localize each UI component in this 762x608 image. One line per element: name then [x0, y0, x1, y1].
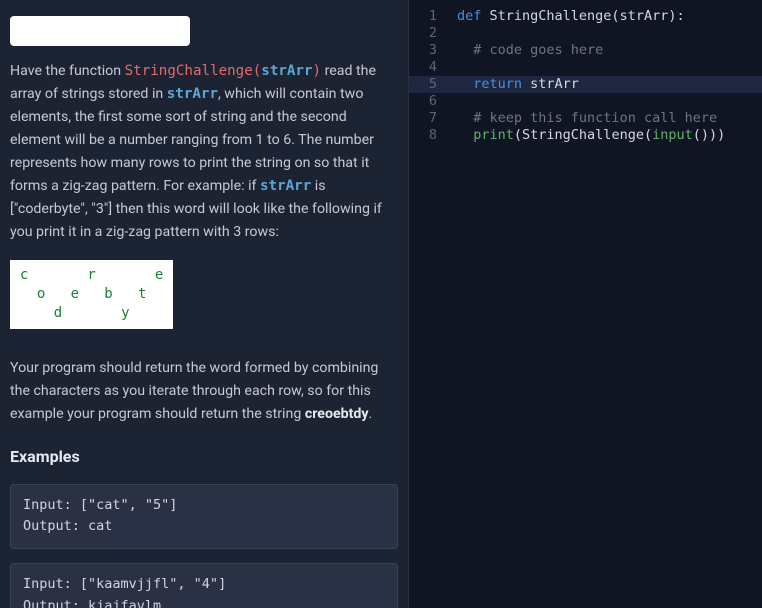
line-number: 5: [409, 76, 437, 93]
builtin: print: [473, 127, 514, 143]
code-line[interactable]: [457, 59, 762, 76]
fn-arg: strArr: [261, 63, 312, 79]
line-number: 3: [409, 42, 437, 59]
arg-inline: strArr: [167, 86, 218, 102]
code-text: strArr: [530, 76, 579, 92]
indent: [457, 76, 473, 92]
indent: [457, 127, 473, 143]
indent: [457, 110, 473, 126]
problem-description: Have the function StringChallenge(strArr…: [10, 60, 398, 244]
fn-paren-open: (: [253, 63, 262, 79]
code-line[interactable]: # keep this function call here: [457, 110, 762, 127]
line-number: 7: [409, 110, 437, 127]
line-number: 8: [409, 127, 437, 144]
line-number-gutter: 1 2 3 4 5 6 7 8: [409, 0, 445, 608]
challenge-title-box: [10, 16, 190, 46]
code-line[interactable]: [457, 25, 762, 42]
line-number: 6: [409, 93, 437, 110]
code-text: ())): [693, 127, 726, 143]
code-text: StringChallenge(strArr):: [490, 8, 685, 24]
code-area[interactable]: def StringChallenge(strArr): # code goes…: [445, 0, 762, 608]
code-line[interactable]: return strArr: [457, 76, 762, 93]
code-editor[interactable]: 1 2 3 4 5 6 7 8 def StringChallenge(strA…: [408, 0, 762, 608]
zigzag-diagram: c r e o e b t d y: [10, 260, 173, 329]
indent: [457, 42, 473, 58]
example-box: Input: ["cat", "5"] Output: cat: [10, 484, 398, 550]
arg-inline: strArr: [260, 178, 311, 194]
builtin: input: [652, 127, 693, 143]
keyword: return: [473, 76, 530, 92]
example-box: Input: ["kaamvjjfl", "4"] Output: kjajfa…: [10, 563, 398, 608]
problem-description-2: Your program should return the word form…: [10, 357, 398, 426]
line-number: 2: [409, 25, 437, 42]
comment: # code goes here: [473, 42, 603, 58]
fn-name: StringChallenge: [125, 63, 253, 79]
code-line[interactable]: [457, 93, 762, 110]
text: Have the function: [10, 63, 125, 79]
code-line[interactable]: print(StringChallenge(input())): [457, 127, 762, 144]
code-line[interactable]: def StringChallenge(strArr):: [457, 8, 762, 25]
line-number: 4: [409, 59, 437, 76]
expected-output: creoebtdy: [305, 406, 369, 422]
fn-paren-close: ): [313, 63, 322, 79]
keyword: def: [457, 8, 490, 24]
code-line[interactable]: # code goes here: [457, 42, 762, 59]
line-number: 1: [409, 8, 437, 25]
comment: # keep this function call here: [473, 110, 717, 126]
examples-heading: Examples: [10, 444, 398, 470]
app-root: Have the function StringChallenge(strArr…: [0, 0, 762, 608]
problem-panel[interactable]: Have the function StringChallenge(strArr…: [0, 0, 408, 608]
code-text: (StringChallenge(: [514, 127, 652, 143]
text: .: [369, 406, 373, 422]
